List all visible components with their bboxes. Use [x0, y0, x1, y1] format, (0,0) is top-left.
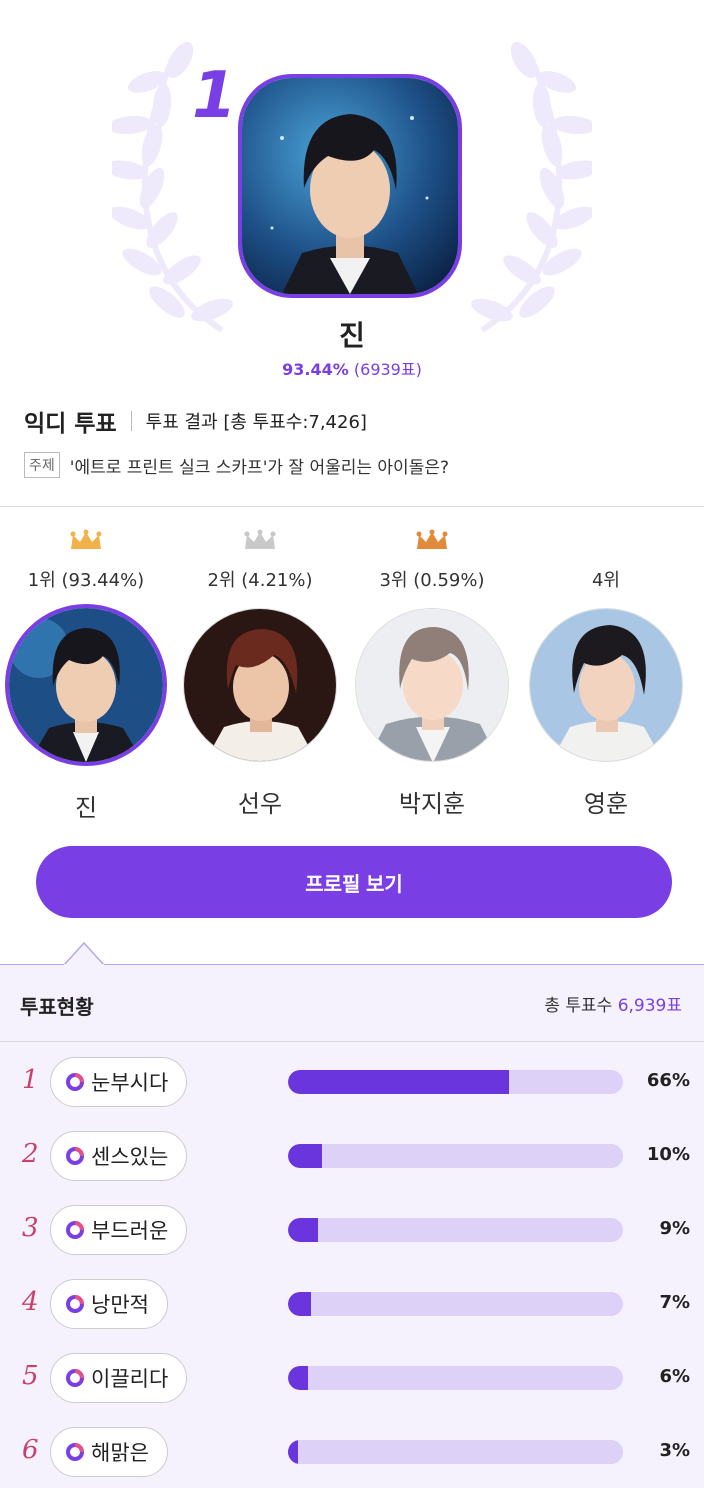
keyword-label: 부드러운: [91, 1219, 169, 1243]
candidate-2[interactable]: 2위 (4.21%) 선우: [174, 520, 346, 819]
winner-percent: 93.44%: [282, 360, 349, 379]
vote-bar: [288, 1070, 623, 1094]
status-title: 투표현황: [20, 995, 94, 1019]
divider: [0, 506, 704, 507]
candidate-name: 선우: [237, 790, 283, 818]
ranking-top4: 1위 (93.44%) 진 2위 (4.21%) 선우 3위 (0.59%) 박…: [0, 520, 704, 830]
vote-row: 1 눈부시다 66%: [0, 1055, 704, 1111]
candidate-name: 박지훈: [398, 790, 466, 818]
vote-bar: [288, 1366, 623, 1390]
keyword-label: 이끌리다: [91, 1367, 169, 1391]
vote-row: 3 부드러운 9%: [0, 1203, 704, 1259]
row-rank-number: 1: [22, 1065, 39, 1095]
status-total-label: 총 투표수: [544, 996, 613, 1016]
vote-bar: [288, 1218, 623, 1242]
status-total-value: 6,939표: [617, 996, 682, 1016]
row-rank-number: 4: [22, 1287, 39, 1317]
laurel-right-icon: [471, 41, 592, 333]
vote-bar: [288, 1440, 623, 1464]
vote-bar-fill: [288, 1440, 299, 1464]
candidate-1[interactable]: 1위 (93.44%) 진: [0, 520, 172, 823]
winner-photo[interactable]: [238, 74, 462, 298]
winner-name: 진: [339, 319, 365, 352]
bronze-crown-icon: [346, 526, 518, 556]
ring-logo-icon: [66, 1147, 84, 1165]
row-rank-number: 6: [22, 1435, 39, 1465]
vote-bar-fill: [288, 1366, 309, 1390]
keyword-label: 센스있는: [91, 1145, 169, 1169]
keyword-chip[interactable]: 낭만적: [50, 1279, 168, 1329]
vote-row: 6 해맑은 3%: [0, 1425, 704, 1481]
vote-bar-fill: [288, 1070, 510, 1094]
row-rank-number: 5: [22, 1361, 39, 1391]
ring-logo-icon: [66, 1443, 84, 1461]
poll-header: 익디 투표 투표 결과 [총 투표수:7,426]: [24, 404, 367, 438]
separator: [130, 411, 132, 431]
ring-logo-icon: [66, 1073, 84, 1091]
pointer-arrow-icon: [64, 942, 104, 966]
candidate-rank: 3위 (0.59%): [379, 570, 485, 591]
keyword-chip[interactable]: 눈부시다: [50, 1057, 188, 1107]
poll-result-label: 투표 결과 [총 투표수:7,426]: [145, 412, 367, 433]
keyword-chip[interactable]: 해맑은: [50, 1427, 168, 1477]
vote-bar-fill: [288, 1144, 322, 1168]
candidate-3[interactable]: 3위 (0.59%) 박지훈: [346, 520, 518, 819]
winner-rank-number: 1: [192, 59, 237, 133]
candidate-photo[interactable]: [183, 608, 337, 762]
winner-stat: 93.44% (6939표): [0, 356, 704, 380]
candidate-rank: 4위: [591, 570, 620, 591]
poll-brand: 익디 투표: [24, 411, 117, 437]
topic-text: '에트로 프린트 실크 스카프'가 잘 어울리는 아이돌은?: [69, 457, 449, 478]
candidate-rank: 1위 (93.44%): [27, 570, 145, 591]
winner-hero: 1 진 93.44% (6939표): [0, 0, 704, 390]
row-percent: 7%: [659, 1292, 690, 1313]
vote-row: 2 센스있는 10%: [0, 1129, 704, 1185]
keyword-label: 눈부시다: [91, 1071, 169, 1095]
vote-bar: [288, 1292, 623, 1316]
keyword-chip[interactable]: 부드러운: [50, 1205, 188, 1255]
candidate-4[interactable]: 4위 영훈: [520, 520, 692, 819]
keyword-chip[interactable]: 센스있는: [50, 1131, 188, 1181]
row-percent: 3%: [659, 1440, 690, 1461]
candidate-rank: 2위 (4.21%): [207, 570, 313, 591]
poll-topic: 주제 '에트로 프린트 실크 스카프'가 잘 어울리는 아이돌은?: [24, 452, 449, 478]
winner-votes: (6939표): [353, 360, 422, 379]
divider: [0, 1041, 704, 1042]
ring-logo-icon: [66, 1295, 84, 1313]
candidate-photo[interactable]: [5, 604, 167, 766]
row-rank-number: 2: [22, 1139, 39, 1169]
candidate-photo[interactable]: [529, 608, 683, 762]
vote-bar-fill: [288, 1218, 319, 1242]
vote-row: 5 이끌리다 6%: [0, 1351, 704, 1407]
row-rank-number: 3: [22, 1213, 39, 1243]
keyword-label: 낭만적: [91, 1293, 149, 1317]
ring-logo-icon: [66, 1221, 84, 1239]
profile-view-button[interactable]: 프로필 보기: [36, 846, 672, 918]
vote-bar-fill: [288, 1292, 312, 1316]
status-total: 총 투표수 6,939표: [544, 991, 682, 1016]
row-percent: 9%: [659, 1218, 690, 1239]
row-percent: 66%: [646, 1070, 690, 1091]
gold-crown-icon: [0, 526, 172, 556]
topic-tag: 주제: [24, 452, 60, 478]
keyword-label: 해맑은: [91, 1441, 149, 1465]
row-percent: 6%: [659, 1366, 690, 1387]
candidate-name: 영훈: [583, 790, 629, 818]
keyword-chip[interactable]: 이끌리다: [50, 1353, 188, 1403]
vote-row: 4 낭만적 7%: [0, 1277, 704, 1333]
silver-crown-icon: [174, 526, 346, 556]
row-percent: 10%: [646, 1144, 690, 1165]
vote-status-panel: 투표현황 총 투표수 6,939표 1 눈부시다 66% 2 센스있는 10% 3 부드러운 9…: [0, 964, 704, 1488]
ring-logo-icon: [66, 1369, 84, 1387]
candidate-photo[interactable]: [355, 608, 509, 762]
candidate-name: 진: [74, 794, 98, 822]
vote-bar: [288, 1144, 623, 1168]
